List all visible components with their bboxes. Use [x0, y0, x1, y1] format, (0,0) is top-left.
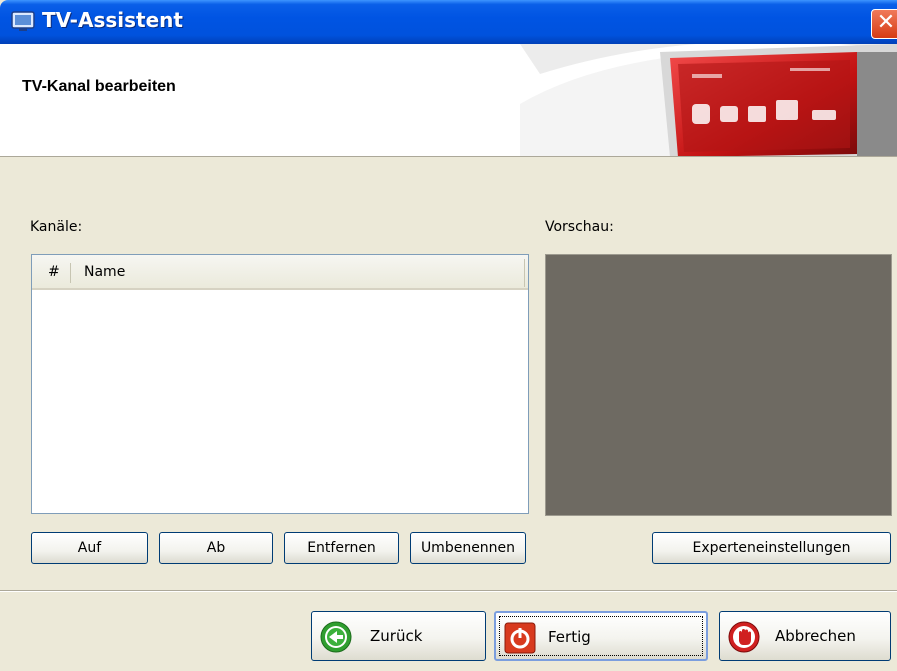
cancel-button[interactable]: Abbrechen: [719, 611, 891, 661]
preview-label: Vorschau:: [545, 219, 614, 235]
column-header-number[interactable]: #: [48, 264, 60, 280]
move-up-button[interactable]: Auf: [31, 532, 148, 564]
video-preview: [545, 254, 892, 516]
channels-label: Kanäle:: [30, 219, 83, 235]
expert-settings-button[interactable]: Experteneinstellungen: [652, 532, 891, 564]
close-button[interactable]: ✕: [871, 9, 897, 39]
finish-button[interactable]: Fertig: [494, 611, 708, 661]
green-back-arrow-icon: [320, 621, 352, 653]
header-banner: TV-Kanal bearbeiten: [0, 44, 897, 157]
page-heading: TV-Kanal bearbeiten: [22, 78, 176, 95]
wizard-window: TV-Assistent ✕ TV-Kanal bearbeiten Kanäl…: [0, 0, 897, 671]
column-divider[interactable]: [524, 259, 525, 287]
channel-list[interactable]: # Name: [31, 254, 529, 514]
finish-button-label: Fertig: [548, 628, 591, 646]
close-icon: ✕: [876, 10, 896, 35]
window-title: TV-Assistent: [42, 8, 183, 32]
rename-button[interactable]: Umbenennen: [410, 532, 526, 564]
move-down-button[interactable]: Ab: [159, 532, 273, 564]
media-center-banner-image: [520, 44, 897, 156]
red-power-icon: [504, 622, 536, 654]
red-stop-hand-icon: [728, 621, 760, 653]
back-button[interactable]: Zurück: [311, 611, 486, 661]
footer-divider: [0, 590, 897, 592]
remove-button[interactable]: Entfernen: [284, 532, 399, 564]
cancel-button-label: Abbrechen: [775, 627, 856, 645]
title-bar[interactable]: TV-Assistent ✕: [0, 0, 897, 44]
column-header-name[interactable]: Name: [84, 264, 125, 280]
tv-app-icon: [11, 11, 35, 31]
channel-list-header: # Name: [32, 255, 528, 290]
column-divider[interactable]: [70, 263, 71, 283]
back-button-label: Zurück: [370, 627, 423, 645]
